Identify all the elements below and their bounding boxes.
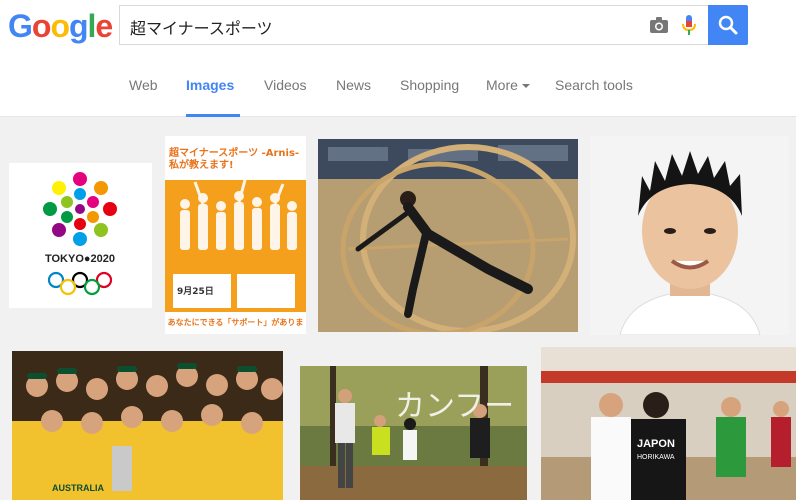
tab-more-label: More: [486, 77, 518, 93]
camera-icon[interactable]: [650, 17, 668, 33]
image-result-tokyo-2020[interactable]: TOKYO●2020: [9, 163, 152, 308]
search-input[interactable]: 超マイナースポーツ: [119, 5, 708, 45]
tokyo-2020-label: TOKYO●2020: [45, 253, 115, 265]
poster-info-box: [237, 274, 295, 308]
jersey-name: HORIKAWA: [637, 454, 675, 461]
search-icon: [718, 15, 738, 35]
logo-letter-g: G: [8, 8, 33, 44]
tab-shopping[interactable]: Shopping: [400, 77, 459, 117]
logo-letter-o2: o: [50, 8, 70, 44]
jersey-text: JAPON: [637, 438, 675, 450]
team-jersey-text: AUSTRALIA: [52, 483, 104, 493]
search-button[interactable]: [708, 5, 748, 45]
image-result-forest-martial-arts[interactable]: カンフー カンディ: [300, 366, 527, 500]
google-logo[interactable]: Google: [8, 8, 113, 44]
silhouette-figures: [180, 179, 297, 250]
tab-images[interactable]: Images: [186, 77, 240, 117]
image-result-cricket-team[interactable]: AUSTRALIA: [12, 351, 283, 500]
logo-letter-o1: o: [31, 8, 52, 44]
logo-letter-l: l: [87, 8, 97, 44]
logo-letter-e: e: [95, 8, 113, 44]
search-tabs: Web Images Videos News Shopping More Sea…: [0, 57, 796, 117]
forest-overlay-text: カンフー カンディ: [395, 389, 527, 424]
dropdown-caret-icon: [521, 84, 530, 89]
image-result-arnis-poster[interactable]: 超マイナースポーツ -Arnis- 私が教えます! 9月25日 あなたにできる「…: [165, 136, 306, 334]
image-result-wheel-gymnastics[interactable]: [318, 139, 578, 332]
image-result-petanque[interactable]: JAPON HORIKAWA: [541, 347, 796, 500]
search-query-text: 超マイナースポーツ: [130, 19, 273, 38]
tab-more[interactable]: More: [486, 77, 530, 117]
poster-footer: あなたにできる「サポート」があります!: [165, 312, 306, 334]
microphone-icon[interactable]: [682, 15, 696, 37]
poster-header: 超マイナースポーツ -Arnis- 私が教えます!: [165, 136, 306, 180]
tab-videos[interactable]: Videos: [264, 77, 307, 117]
logo-letter-g2: g: [68, 8, 89, 44]
tab-search-tools[interactable]: Search tools: [555, 77, 633, 117]
poster-title: 超マイナースポーツ -Arnis- 私が教えます!: [169, 148, 300, 171]
image-results-grid: TOKYO●2020 超マイナースポーツ -Arnis- 私が教えます! 9月2…: [0, 117, 796, 500]
header-bar: Google 超マイナースポーツ: [0, 0, 796, 57]
tab-news[interactable]: News: [336, 77, 371, 117]
poster-date-box: 9月25日: [173, 274, 231, 308]
image-result-portrait[interactable]: [590, 136, 789, 335]
poster-date: 9月25日: [177, 287, 214, 297]
tab-web[interactable]: Web: [129, 77, 158, 117]
